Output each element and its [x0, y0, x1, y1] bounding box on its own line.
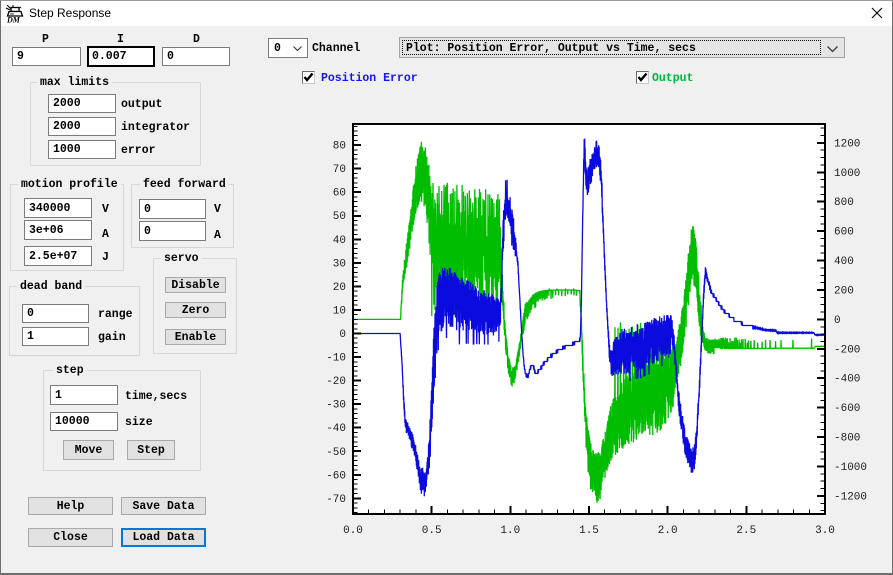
svg-text:0.5: 0.5: [422, 525, 442, 537]
svg-text:-30: -30: [326, 400, 346, 412]
svg-text:1200: 1200: [834, 138, 860, 150]
svg-text:0: 0: [834, 315, 841, 327]
svg-text:1.0: 1.0: [500, 525, 520, 537]
svg-text:600: 600: [834, 227, 854, 239]
svg-text:200: 200: [834, 286, 854, 298]
svg-text:0.0: 0.0: [343, 525, 363, 537]
svg-text:70: 70: [333, 164, 346, 176]
svg-text:-200: -200: [834, 344, 860, 356]
svg-text:-50: -50: [326, 447, 346, 459]
svg-text:3.0: 3.0: [815, 525, 835, 537]
svg-text:2.0: 2.0: [658, 525, 678, 537]
svg-text:1000: 1000: [834, 168, 860, 180]
svg-text:-400: -400: [834, 374, 860, 386]
svg-text:20: 20: [333, 282, 346, 294]
svg-text:-20: -20: [326, 376, 346, 388]
svg-text:80: 80: [333, 141, 346, 153]
svg-text:2.5: 2.5: [736, 525, 756, 537]
svg-text:60: 60: [333, 188, 346, 200]
svg-text:800: 800: [834, 197, 854, 209]
svg-text:-1000: -1000: [834, 462, 867, 474]
svg-text:-60: -60: [326, 470, 346, 482]
svg-text:-70: -70: [326, 494, 346, 506]
svg-text:-10: -10: [326, 353, 346, 365]
svg-text:0: 0: [339, 329, 346, 341]
svg-text:30: 30: [333, 258, 346, 270]
svg-text:40: 40: [333, 235, 346, 247]
svg-text:50: 50: [333, 211, 346, 223]
svg-text:-800: -800: [834, 433, 860, 445]
svg-text:-600: -600: [834, 403, 860, 415]
svg-text:-40: -40: [326, 423, 346, 435]
svg-text:-1200: -1200: [834, 491, 867, 503]
svg-text:400: 400: [834, 256, 854, 268]
svg-text:10: 10: [333, 305, 346, 317]
svg-text:1.5: 1.5: [579, 525, 599, 537]
